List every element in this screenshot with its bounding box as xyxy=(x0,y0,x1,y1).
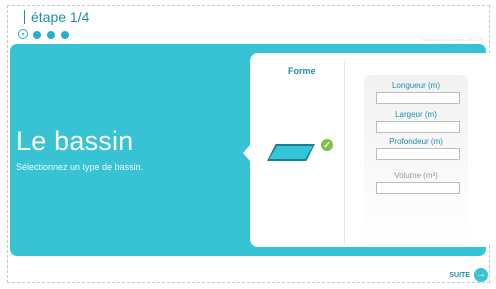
next-button[interactable]: SUITE → xyxy=(449,268,488,282)
card-notch xyxy=(243,145,250,161)
step-dot-4[interactable] xyxy=(61,31,69,39)
largeur-input[interactable] xyxy=(376,121,460,133)
forme-label: Forme xyxy=(288,66,316,76)
next-label: SUITE xyxy=(449,271,470,279)
arrow-right-icon: → xyxy=(474,268,488,282)
dimensions-panel: Longueur (m) Largeur (m) Profondeur (m) … xyxy=(364,75,468,247)
watermark: Hayward Pool Europe 2012 | A xyxy=(421,37,482,42)
longueur-label: Longueur (m) xyxy=(391,81,441,90)
card-divider xyxy=(344,61,345,245)
pool-water xyxy=(269,146,313,159)
step-title: étape 1/4 xyxy=(24,10,89,24)
select-icon[interactable]: ✓ xyxy=(321,139,333,151)
page-title: Le bassin xyxy=(16,126,134,156)
step-dot-3[interactable] xyxy=(47,31,55,39)
step-dot-1[interactable] xyxy=(18,29,28,39)
step-dot-2[interactable] xyxy=(33,31,41,39)
profondeur-label: Profondeur (m) xyxy=(389,137,443,146)
profondeur-input[interactable] xyxy=(376,148,460,160)
volume-label: Volume (m³) xyxy=(394,171,438,180)
largeur-label: Largeur (m) xyxy=(395,110,437,119)
page-subtitle: Sélectionnez un type de bassin. xyxy=(16,162,144,172)
longueur-input[interactable] xyxy=(376,92,460,104)
volume-input[interactable] xyxy=(376,182,460,194)
